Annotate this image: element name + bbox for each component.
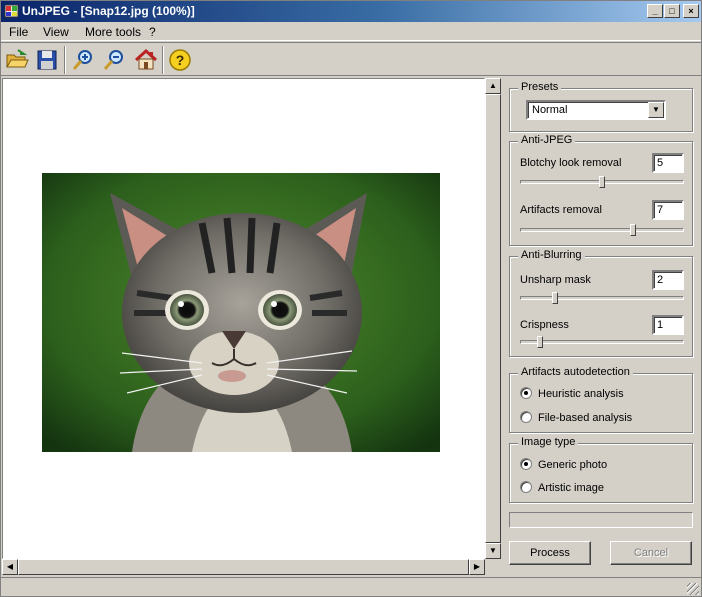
image-viewport[interactable] bbox=[2, 78, 485, 559]
autodetection-legend: Artifacts autodetection bbox=[518, 366, 633, 378]
cancel-button[interactable]: Cancel bbox=[610, 541, 692, 565]
generic-photo-label: Generic photo bbox=[538, 459, 608, 471]
app-window: UnJPEG - [Snap12.jpg (100%)] _ □ × File … bbox=[0, 0, 702, 597]
artifacts-value-field[interactable]: 7 bbox=[652, 200, 684, 220]
scrollbar-corner bbox=[485, 559, 501, 575]
blotchy-slider[interactable] bbox=[520, 176, 684, 188]
process-button[interactable]: Process bbox=[509, 541, 591, 565]
toolbar: ? bbox=[1, 42, 701, 76]
blotchy-slider-thumb[interactable] bbox=[599, 176, 605, 188]
menu-help[interactable]: ? bbox=[149, 25, 156, 39]
generic-photo-radio[interactable]: Generic photo bbox=[520, 458, 607, 471]
horizontal-scroll-thumb[interactable] bbox=[18, 559, 469, 575]
unsharp-slider-thumb[interactable] bbox=[552, 292, 558, 304]
help-icon[interactable]: ? bbox=[167, 47, 193, 73]
svg-text:?: ? bbox=[176, 52, 185, 68]
image-type-legend: Image type bbox=[518, 436, 579, 448]
unsharp-value-field[interactable]: 2 bbox=[652, 270, 684, 290]
home-icon[interactable] bbox=[133, 47, 159, 73]
status-bar bbox=[1, 577, 701, 597]
vertical-scroll-thumb[interactable] bbox=[485, 94, 501, 543]
radio-checked-icon[interactable] bbox=[520, 458, 532, 470]
horizontal-scrollbar[interactable]: ◀ ▶ bbox=[2, 559, 485, 575]
image-type-group: Image type Generic photo Artistic image bbox=[509, 436, 693, 503]
presets-dropdown[interactable]: Normal ▼ bbox=[526, 100, 666, 120]
toolbar-separator bbox=[64, 46, 66, 74]
window-title: UnJPEG - [Snap12.jpg (100%)] bbox=[22, 4, 195, 18]
menu-bar: File View More tools ? bbox=[1, 22, 701, 41]
presets-group: Presets Normal ▼ bbox=[509, 81, 693, 132]
crispness-label: Crispness bbox=[520, 319, 569, 331]
open-folder-icon[interactable] bbox=[4, 47, 30, 73]
heuristic-label: Heuristic analysis bbox=[538, 388, 624, 400]
unsharp-slider[interactable] bbox=[520, 292, 684, 304]
maximize-button[interactable]: □ bbox=[664, 4, 680, 18]
file-based-label: File-based analysis bbox=[538, 412, 633, 424]
radio-unchecked-icon[interactable] bbox=[520, 481, 532, 493]
progress-bar bbox=[509, 512, 693, 528]
title-bar[interactable]: UnJPEG - [Snap12.jpg (100%)] _ □ × bbox=[1, 1, 701, 22]
artifacts-label: Artifacts removal bbox=[520, 204, 602, 216]
menu-more-tools[interactable]: More tools bbox=[85, 25, 141, 39]
save-disk-icon[interactable] bbox=[34, 47, 60, 73]
scroll-right-icon[interactable]: ▶ bbox=[469, 559, 485, 575]
blotchy-label: Blotchy look removal bbox=[520, 157, 622, 169]
blotchy-value-field[interactable]: 5 bbox=[652, 153, 684, 173]
crispness-slider[interactable] bbox=[520, 336, 684, 348]
artifacts-slider-thumb[interactable] bbox=[630, 224, 636, 236]
anti-blurring-group: Anti-Blurring Unsharp mask 2 Crispness 1 bbox=[509, 249, 693, 357]
artistic-image-label: Artistic image bbox=[538, 482, 605, 494]
vertical-scrollbar[interactable]: ▲ ▼ bbox=[485, 78, 501, 559]
minimize-button[interactable]: _ bbox=[647, 4, 663, 18]
unsharp-label: Unsharp mask bbox=[520, 274, 591, 286]
close-button[interactable]: × bbox=[683, 4, 699, 18]
scroll-up-icon[interactable]: ▲ bbox=[485, 78, 501, 94]
crispness-value-field[interactable]: 1 bbox=[652, 315, 684, 335]
menu-file[interactable]: File bbox=[9, 25, 28, 39]
scroll-left-icon[interactable]: ◀ bbox=[2, 559, 18, 575]
toolbar-separator bbox=[162, 46, 164, 74]
radio-unchecked-icon[interactable] bbox=[520, 411, 532, 423]
menu-view[interactable]: View bbox=[43, 25, 69, 39]
resize-grip-icon[interactable] bbox=[687, 583, 699, 595]
radio-checked-icon[interactable] bbox=[520, 387, 532, 399]
kitten-photo bbox=[42, 173, 440, 452]
artifacts-slider[interactable] bbox=[520, 224, 684, 236]
zoom-out-icon[interactable] bbox=[101, 47, 127, 73]
app-logo-icon bbox=[4, 4, 19, 18]
scroll-down-icon[interactable]: ▼ bbox=[485, 543, 501, 559]
settings-panel: Presets Normal ▼ Anti-JPEG Blotchy look … bbox=[503, 78, 701, 575]
file-based-radio[interactable]: File-based analysis bbox=[520, 411, 632, 424]
anti-blurring-legend: Anti-Blurring bbox=[518, 249, 585, 261]
heuristic-radio[interactable]: Heuristic analysis bbox=[520, 387, 624, 400]
presets-legend: Presets bbox=[518, 81, 562, 93]
anti-jpeg-group: Anti-JPEG Blotchy look removal 5 Artifac… bbox=[509, 134, 693, 246]
anti-jpeg-legend: Anti-JPEG bbox=[518, 134, 576, 146]
presets-selected-value: Normal bbox=[532, 104, 568, 116]
artistic-image-radio[interactable]: Artistic image bbox=[520, 481, 604, 494]
crispness-slider-thumb[interactable] bbox=[537, 336, 543, 348]
zoom-in-icon[interactable] bbox=[70, 47, 96, 73]
autodetection-group: Artifacts autodetection Heuristic analys… bbox=[509, 366, 693, 433]
chevron-down-icon[interactable]: ▼ bbox=[648, 102, 664, 118]
